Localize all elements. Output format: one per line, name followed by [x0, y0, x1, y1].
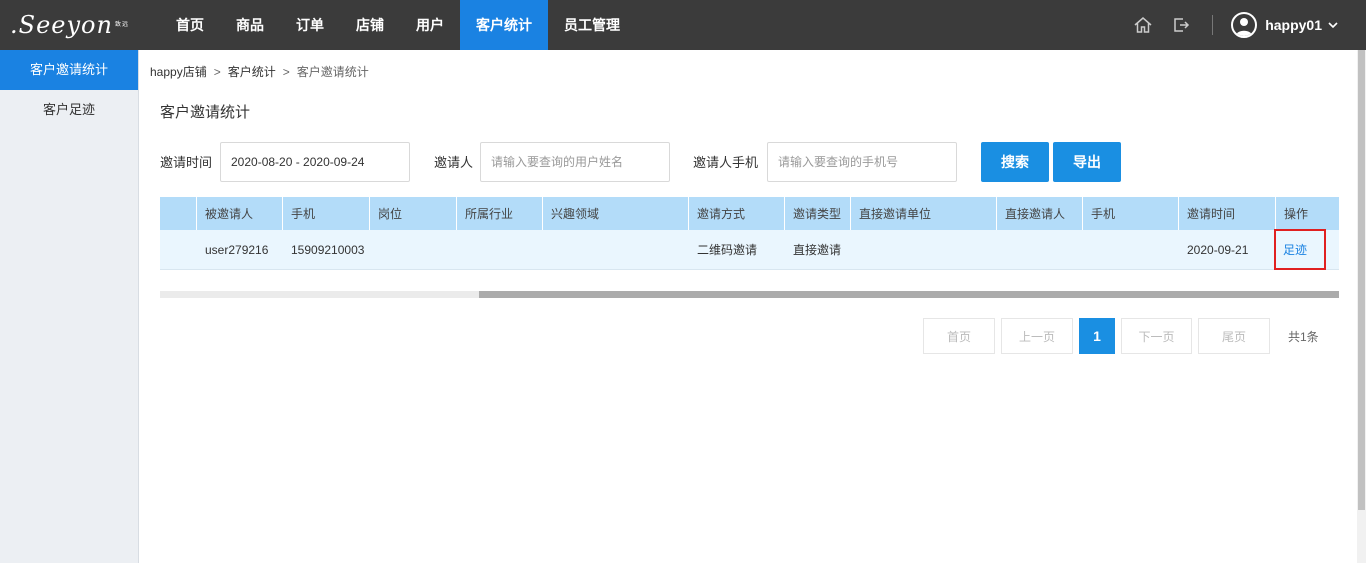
sidebar-item-invite-stats[interactable]: 客户邀请统计 — [0, 50, 138, 90]
page-number-button[interactable]: 1 — [1079, 318, 1115, 354]
vertical-scrollbar[interactable] — [1357, 50, 1366, 563]
table-cell — [851, 230, 997, 269]
table-cell — [457, 230, 543, 269]
horizontal-scrollbar[interactable] — [160, 291, 1339, 298]
column-header: 邀请时间 — [1179, 197, 1276, 230]
divider — [1212, 15, 1214, 35]
vertical-scrollbar-thumb[interactable] — [1358, 50, 1365, 510]
column-header: 岗位 — [370, 197, 457, 230]
column-header: 操作 — [1284, 207, 1309, 221]
chevron-down-icon[interactable] — [1328, 18, 1338, 33]
nav-users[interactable]: 用户 — [400, 0, 460, 50]
logo-text: .Seeyon — [10, 11, 113, 39]
nav-products[interactable]: 商品 — [220, 0, 280, 50]
breadcrumb-store[interactable]: happy店铺 — [150, 63, 207, 80]
horizontal-scrollbar-thumb[interactable] — [479, 291, 1339, 298]
export-button[interactable]: 导出 — [1053, 142, 1121, 182]
table-row: user279216 15909210003 二维码邀请 直接邀请 2020-0… — [160, 230, 1339, 270]
column-header: 直接邀请人 — [997, 197, 1083, 230]
column-header: 兴趣领域 — [543, 197, 689, 230]
total-count: 共1条 — [1288, 330, 1319, 344]
nav-orders[interactable]: 订单 — [280, 0, 340, 50]
table-cell: 二维码邀请 — [697, 243, 758, 257]
last-page-button[interactable]: 尾页 — [1198, 318, 1270, 354]
column-header: 手机 — [1083, 197, 1179, 230]
column-header: 所属行业 — [457, 197, 543, 230]
column-header: 邀请方式 — [689, 197, 785, 230]
logo-sub: 致远 — [114, 21, 129, 28]
table-cell: 15909210003 — [291, 242, 365, 257]
column-header: 被邀请人 — [197, 197, 283, 230]
inviter-input[interactable] — [480, 142, 670, 182]
breadcrumb-current: 客户邀请统计 — [296, 65, 369, 79]
column-header: 邀请类型 — [785, 197, 851, 230]
home-icon[interactable] — [1132, 14, 1154, 36]
username[interactable]: happy01 — [1265, 17, 1322, 33]
first-page-button[interactable]: 首页 — [923, 318, 995, 354]
table-cell: 2020-09-21 — [1187, 242, 1249, 257]
column-header: 手机 — [283, 197, 370, 230]
breadcrumb-separator: > — [213, 64, 221, 79]
table-cell: user279216 — [205, 242, 269, 257]
sidebar: 客户邀请统计 客户足迹 — [0, 50, 139, 563]
avatar[interactable] — [1231, 12, 1258, 38]
sidebar-item-footprint[interactable]: 客户足迹 — [0, 90, 138, 130]
inviter-label: 邀请人 — [434, 155, 474, 170]
time-label: 邀请时间 — [160, 155, 213, 170]
table-cell — [160, 230, 197, 269]
next-page-button[interactable]: 下一页 — [1121, 318, 1192, 354]
nav-stores[interactable]: 店铺 — [340, 0, 400, 50]
column-header: 直接邀请单位 — [851, 197, 997, 230]
breadcrumb: happy店铺 > 客户统计 > 客户邀请统计 — [150, 63, 369, 80]
column-header — [160, 197, 197, 230]
page-title: 客户邀请统计 — [160, 104, 251, 121]
table-cell — [543, 230, 689, 269]
logout-icon[interactable] — [1170, 14, 1192, 36]
prev-page-button[interactable]: 上一页 — [1001, 318, 1073, 354]
table-cell: 直接邀请 — [793, 243, 842, 257]
logo: .Seeyon 致远 — [10, 10, 129, 40]
highlight-box — [1274, 229, 1326, 270]
phone-input[interactable] — [767, 142, 957, 182]
table-cell — [370, 230, 457, 269]
nav-staff[interactable]: 员工管理 — [548, 0, 636, 50]
top-bar: .Seeyon 致远 首页 商品 订单 店铺 用户 客户统计 员工管理 happy… — [0, 0, 1366, 50]
phone-label: 邀请人手机 — [693, 155, 759, 170]
breadcrumb-customer-stats[interactable]: 客户统计 — [228, 63, 276, 80]
main-nav: 首页 商品 订单 店铺 用户 客户统计 员工管理 — [160, 0, 636, 50]
breadcrumb-separator: > — [282, 64, 290, 79]
table-cell — [997, 230, 1083, 269]
invite-table: 被邀请人 手机 岗位 所属行业 兴趣领域 邀请方式 邀请类型 直接邀请单位 直接… — [160, 197, 1339, 270]
top-right-area: happy01 — [1132, 0, 1366, 50]
search-button[interactable]: 搜索 — [981, 142, 1049, 182]
table-cell — [1083, 230, 1179, 269]
nav-customer-stats[interactable]: 客户统计 — [460, 0, 548, 50]
time-range-input[interactable] — [220, 142, 410, 182]
table-header: 被邀请人 手机 岗位 所属行业 兴趣领域 邀请方式 邀请类型 直接邀请单位 直接… — [160, 197, 1339, 230]
nav-home[interactable]: 首页 — [160, 0, 220, 50]
